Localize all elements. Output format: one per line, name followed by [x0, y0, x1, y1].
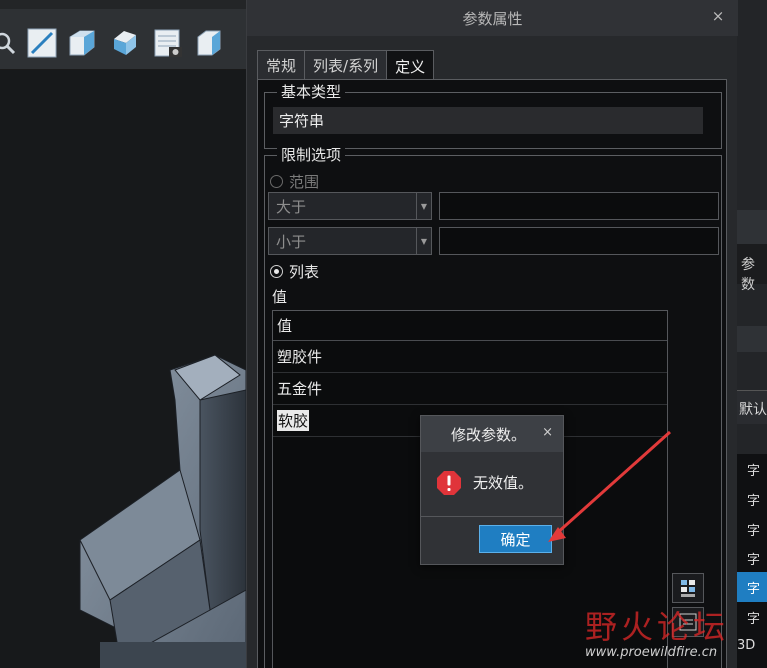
rp-default-text: 默认	[739, 402, 767, 418]
modify-parameter-message-box: 修改参数。 × 无效值。 确定	[420, 415, 564, 565]
screen: 参数 默认 字 字 字 字 字 字 3D 参数属性 × 常规 列表/系列 定义 …	[0, 0, 767, 668]
rp-row-text: 字	[747, 524, 761, 539]
list-options-icon[interactable]	[672, 573, 704, 603]
basic-type-group: 基本类型 字符串	[264, 83, 722, 149]
sketch-view-icon[interactable]	[24, 25, 60, 61]
saved-view-icon[interactable]	[108, 25, 144, 61]
basic-type-legend: 基本类型	[277, 83, 346, 101]
watermark-logo: 野火论坛	[585, 608, 730, 646]
value-cell: 五金件	[277, 380, 323, 398]
definition-tab-panel: 基本类型 字符串 限制选项 范围 大于 ▼ 小于 ▼ 列表 值 值 塑胶件 五金…	[257, 79, 727, 668]
rp-row-text: 字	[747, 582, 761, 597]
screenshot-icon[interactable]	[150, 25, 186, 61]
value-cell: 塑胶件	[277, 348, 323, 366]
greater-than-input[interactable]	[439, 192, 719, 220]
message-box-text: 无效值。	[473, 474, 534, 492]
chevron-down-icon: ▼	[416, 193, 431, 219]
background-right-panel: 参数 默认 字 字 字 字 字 字 3D	[737, 0, 767, 668]
rp-default: 默认	[737, 390, 767, 424]
part-model-icon	[79, 354, 246, 668]
message-box-close-icon[interactable]: ×	[542, 425, 553, 440]
parameter-properties-dialog: 参数属性 × 常规 列表/系列 定义 基本类型 字符串 限制选项 范围 大于 ▼	[246, 0, 738, 668]
zoom-icon[interactable]	[0, 25, 22, 61]
rp-band	[737, 210, 767, 244]
watermark-url: www.proewildfire.cn	[585, 645, 718, 660]
cad-toolbar	[0, 0, 246, 70]
cad-viewport[interactable]	[0, 70, 246, 668]
rp-row: 字	[737, 544, 767, 572]
ok-button[interactable]: 确定	[479, 525, 552, 553]
table-row[interactable]: 塑胶件	[273, 341, 667, 373]
less-than-value: 小于	[276, 232, 307, 251]
tab-general[interactable]: 常规	[257, 50, 306, 80]
tab-bar: 常规 列表/系列 定义	[257, 50, 435, 81]
rp-row-text: 字	[747, 612, 761, 627]
rp-row: 字	[737, 454, 767, 484]
cube-view-icon[interactable]	[64, 25, 100, 61]
less-than-select[interactable]: 小于 ▼	[268, 227, 432, 255]
rp-row-text: 字	[747, 553, 761, 568]
message-box-title-text: 修改参数。	[451, 425, 527, 444]
rp-header: 参数	[737, 244, 767, 293]
values-header-text: 值	[277, 317, 293, 335]
rp-row: 3D	[737, 632, 767, 668]
rp-header-text: 参数	[741, 257, 755, 293]
less-than-input[interactable]	[439, 227, 719, 255]
rp-row-text: 字	[747, 464, 761, 479]
limit-options-legend: 限制选项	[277, 146, 346, 164]
greater-than-value: 大于	[276, 197, 307, 216]
tab-list-series[interactable]: 列表/系列	[304, 50, 388, 80]
rp-band-2	[737, 326, 767, 352]
rp-row: 字	[737, 602, 767, 632]
list-radio[interactable]: 列表	[270, 261, 319, 282]
range-radio-dot	[270, 175, 283, 188]
values-label: 值	[272, 288, 288, 306]
range-radio[interactable]: 范围	[270, 171, 319, 192]
range-radio-label: 范围	[289, 173, 320, 191]
cube-arrow-icon[interactable]	[192, 25, 228, 61]
error-icon	[437, 471, 461, 495]
chevron-down-icon: ▼	[416, 228, 431, 254]
list-radio-dot	[270, 265, 283, 278]
dialog-title: 参数属性	[247, 0, 738, 36]
rp-row-text: 字	[747, 494, 761, 509]
cad-toolbar-strip	[0, 0, 246, 9]
greater-than-select[interactable]: 大于 ▼	[268, 192, 432, 220]
rp-row: 字	[737, 514, 767, 544]
rp-row-text: 3D	[737, 638, 756, 653]
values-table-header: 值	[273, 311, 667, 341]
value-cell-selected[interactable]: 软胶	[277, 410, 310, 431]
basic-type-value: 字符串	[273, 107, 703, 134]
rp-row-selected: 字	[737, 572, 767, 602]
dialog-close-icon[interactable]: ×	[709, 7, 727, 25]
table-row[interactable]: 五金件	[273, 373, 667, 405]
list-radio-label: 列表	[289, 263, 320, 281]
rp-row: 字	[737, 484, 767, 514]
dialog-title-text: 参数属性	[462, 9, 523, 28]
message-box-body: 无效值。	[421, 452, 563, 516]
message-box-divider	[421, 516, 563, 517]
tab-definition[interactable]: 定义	[386, 50, 435, 81]
